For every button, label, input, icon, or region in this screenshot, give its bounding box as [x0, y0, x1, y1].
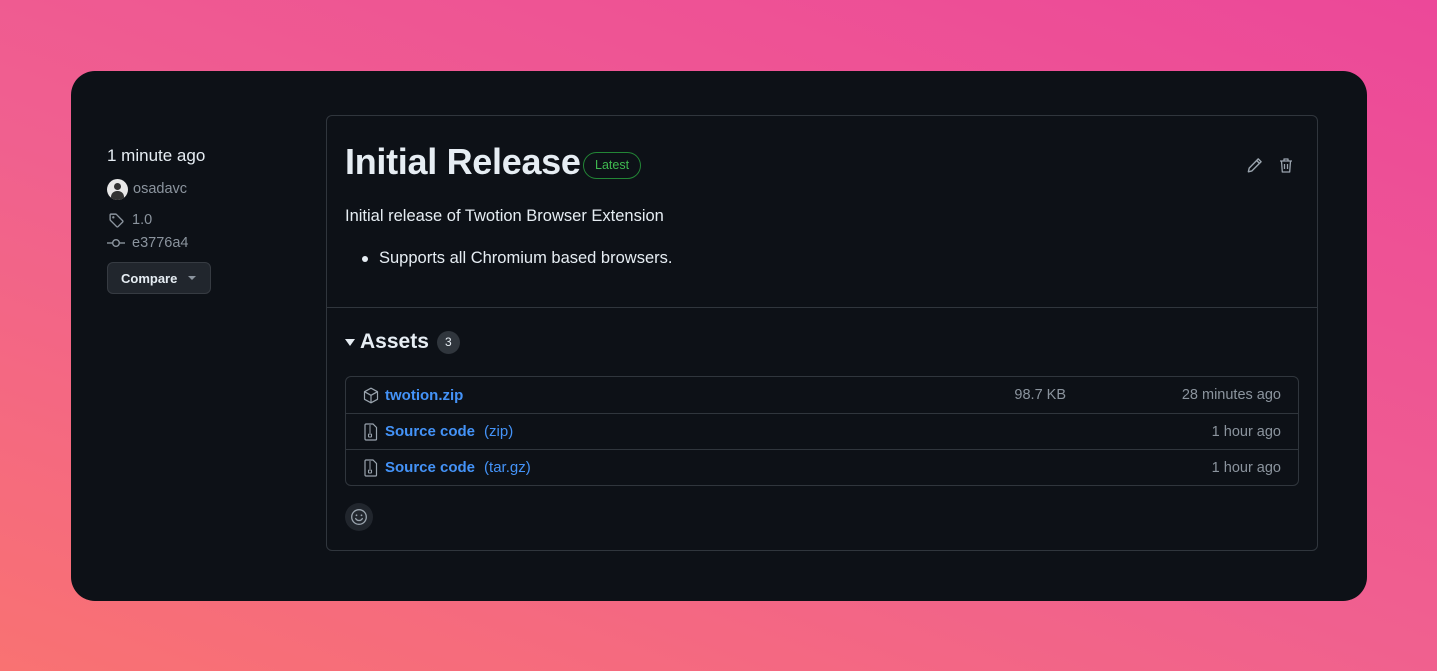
file-zip-icon: [363, 422, 379, 441]
release-actions: [1245, 156, 1295, 174]
trash-icon[interactable]: [1277, 156, 1295, 174]
table-row: Source code (tar.gz) 1 hour ago: [346, 449, 1298, 485]
release-sidebar: 1 minute ago osadavc 1.0 e3776a4 Compare: [107, 145, 307, 294]
release-time: 1 minute ago: [107, 146, 206, 165]
compare-button[interactable]: Compare: [107, 262, 211, 294]
release-card: 1 minute ago osadavc 1.0 e3776a4 Compare…: [71, 71, 1367, 601]
asset-ext[interactable]: (zip): [484, 423, 513, 440]
assets-list: twotion.zip 98.7 KB 28 minutes ago Sourc…: [345, 376, 1299, 486]
asset-time: 1 hour ago: [1211, 423, 1281, 440]
tag-link[interactable]: 1.0: [107, 210, 307, 230]
author-link[interactable]: osadavc: [107, 178, 307, 200]
table-row: Source code (zip) 1 hour ago: [346, 413, 1298, 449]
release-box: Initial Release Latest Initial release o…: [326, 115, 1318, 551]
release-title[interactable]: Initial Release: [345, 140, 581, 184]
latest-badge: Latest: [583, 152, 642, 179]
tag-label: 1.0: [132, 212, 153, 228]
commit-link[interactable]: e3776a4: [107, 233, 307, 253]
assets-title: Assets: [360, 330, 429, 353]
release-header: Initial Release Latest Initial release o…: [327, 116, 1317, 308]
add-reaction-button[interactable]: [345, 503, 373, 531]
triangle-down-icon: [345, 338, 355, 346]
pencil-icon[interactable]: [1245, 156, 1263, 174]
asset-ext[interactable]: (tar.gz): [484, 459, 531, 476]
chevron-down-icon: [188, 276, 197, 280]
compare-label: Compare: [121, 270, 178, 286]
commit-sha: e3776a4: [132, 235, 189, 251]
table-row: twotion.zip 98.7 KB 28 minutes ago: [346, 377, 1298, 413]
release-description: Initial release of Twotion Browser Exten…: [345, 207, 664, 225]
asset-time: 1 hour ago: [1211, 459, 1281, 476]
assets-toggle[interactable]: Assets 3: [345, 330, 460, 354]
asset-time: 28 minutes ago: [1181, 387, 1281, 403]
file-zip-icon: [363, 458, 379, 477]
asset-link[interactable]: twotion.zip: [385, 387, 463, 404]
release-notes-list: Supports all Chromium based browsers.: [345, 249, 672, 268]
asset-link[interactable]: Source code: [385, 459, 475, 476]
assets-count-badge: 3: [436, 330, 460, 354]
asset-size: 98.7 KB: [1014, 387, 1066, 403]
author-name: osadavc: [133, 181, 188, 197]
asset-link[interactable]: Source code: [385, 423, 475, 440]
tag-icon: [107, 211, 125, 229]
smiley-icon: [351, 509, 367, 525]
package-icon: [363, 386, 379, 404]
list-item: Supports all Chromium based browsers.: [345, 249, 672, 268]
list-item-text: Supports all Chromium based browsers.: [379, 249, 673, 267]
avatar: [107, 178, 128, 200]
commit-icon: [107, 234, 125, 252]
bullet-icon: [362, 255, 368, 262]
